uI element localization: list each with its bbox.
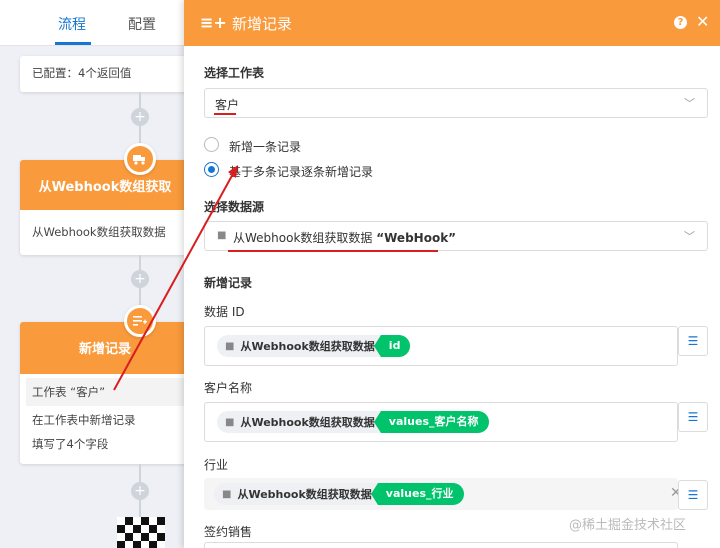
annotation-arrow [113,165,238,391]
